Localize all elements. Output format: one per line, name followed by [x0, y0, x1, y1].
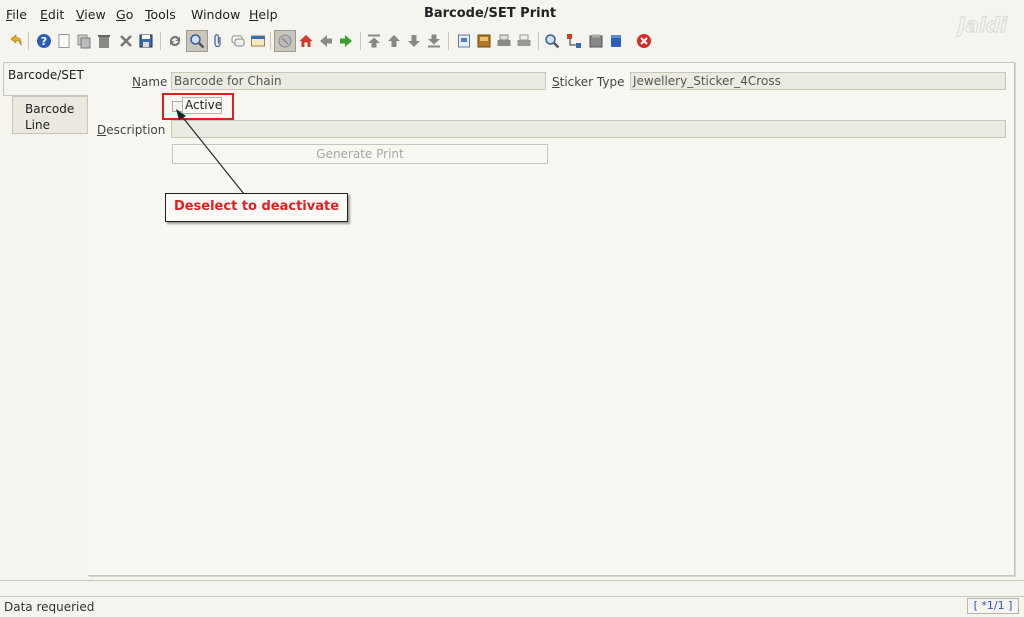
chat-icon[interactable] [230, 33, 246, 49]
horizontal-scrollbar[interactable] [0, 580, 1024, 595]
delete-selection-icon[interactable] [118, 33, 134, 49]
close-window-icon[interactable] [636, 33, 652, 49]
tab-barcode-line[interactable]: Barcode Line [12, 96, 88, 134]
last-record-icon[interactable] [426, 33, 442, 49]
print-preview-icon[interactable] [516, 33, 532, 49]
save-icon[interactable] [138, 33, 154, 49]
home-icon[interactable] [298, 33, 314, 49]
toolbar-separator [270, 32, 271, 50]
sticker-type-field[interactable]: Jewellery_Sticker_4Cross [630, 72, 1006, 90]
toolbar-separator [360, 32, 361, 50]
product-info-icon[interactable] [588, 33, 604, 49]
description-field[interactable] [171, 120, 1006, 138]
history-icon[interactable] [250, 33, 266, 49]
tab-label-line2: Line [25, 118, 51, 132]
callout-annotation: Deselect to deactivate [165, 193, 348, 222]
find-button[interactable] [186, 30, 208, 52]
back-icon[interactable] [318, 33, 334, 49]
description-label: Description [97, 123, 166, 137]
record-position[interactable]: [ *1/1 ] [967, 598, 1019, 614]
callout-arrow [176, 109, 245, 195]
window-title: Barcode/SET Print [423, 6, 557, 21]
tab-barcode-set[interactable]: Barcode/SET [3, 62, 89, 96]
tab-strip: Barcode/SET Barcode Line [0, 62, 90, 582]
archive-icon[interactable] [476, 33, 492, 49]
toolbar: ? [0, 28, 1024, 56]
tab-label: Barcode/SET [8, 68, 84, 82]
delete-icon[interactable] [96, 33, 112, 49]
grid-toggle-button[interactable] [274, 30, 296, 52]
report-icon[interactable] [456, 33, 472, 49]
previous-record-icon[interactable] [386, 33, 402, 49]
end-icon[interactable] [608, 33, 624, 49]
workflow-icon[interactable] [566, 33, 582, 49]
toolbar-separator [448, 32, 449, 50]
undo-icon[interactable] [8, 33, 24, 49]
grid-toggle-icon [278, 34, 292, 48]
toolbar-separator [28, 32, 29, 50]
refresh-icon[interactable] [167, 33, 183, 49]
zoom-across-icon[interactable] [544, 33, 560, 49]
status-bar: Data requeried [ *1/1 ] [0, 596, 1024, 617]
find-icon [190, 34, 205, 49]
tab-label-line1: Barcode [25, 102, 75, 116]
menu-bar: File Edit View Go Tools Window Help Barc… [0, 0, 1024, 38]
first-record-icon[interactable] [366, 33, 382, 49]
new-icon[interactable] [56, 33, 72, 49]
svg-text:?: ? [41, 35, 47, 48]
forward-icon[interactable] [338, 33, 354, 49]
name-field[interactable]: Barcode for Chain [171, 72, 546, 90]
print-icon[interactable] [496, 33, 512, 49]
next-record-icon[interactable] [406, 33, 422, 49]
help-icon[interactable]: ? [36, 33, 52, 49]
status-message: Data requeried [4, 600, 95, 614]
toolbar-separator [538, 32, 539, 50]
sticker-type-label: Sticker Type [552, 75, 625, 89]
attachment-icon[interactable] [210, 33, 226, 49]
copy-icon[interactable] [76, 33, 92, 49]
name-label: Name [132, 75, 168, 89]
toolbar-separator [160, 32, 161, 50]
